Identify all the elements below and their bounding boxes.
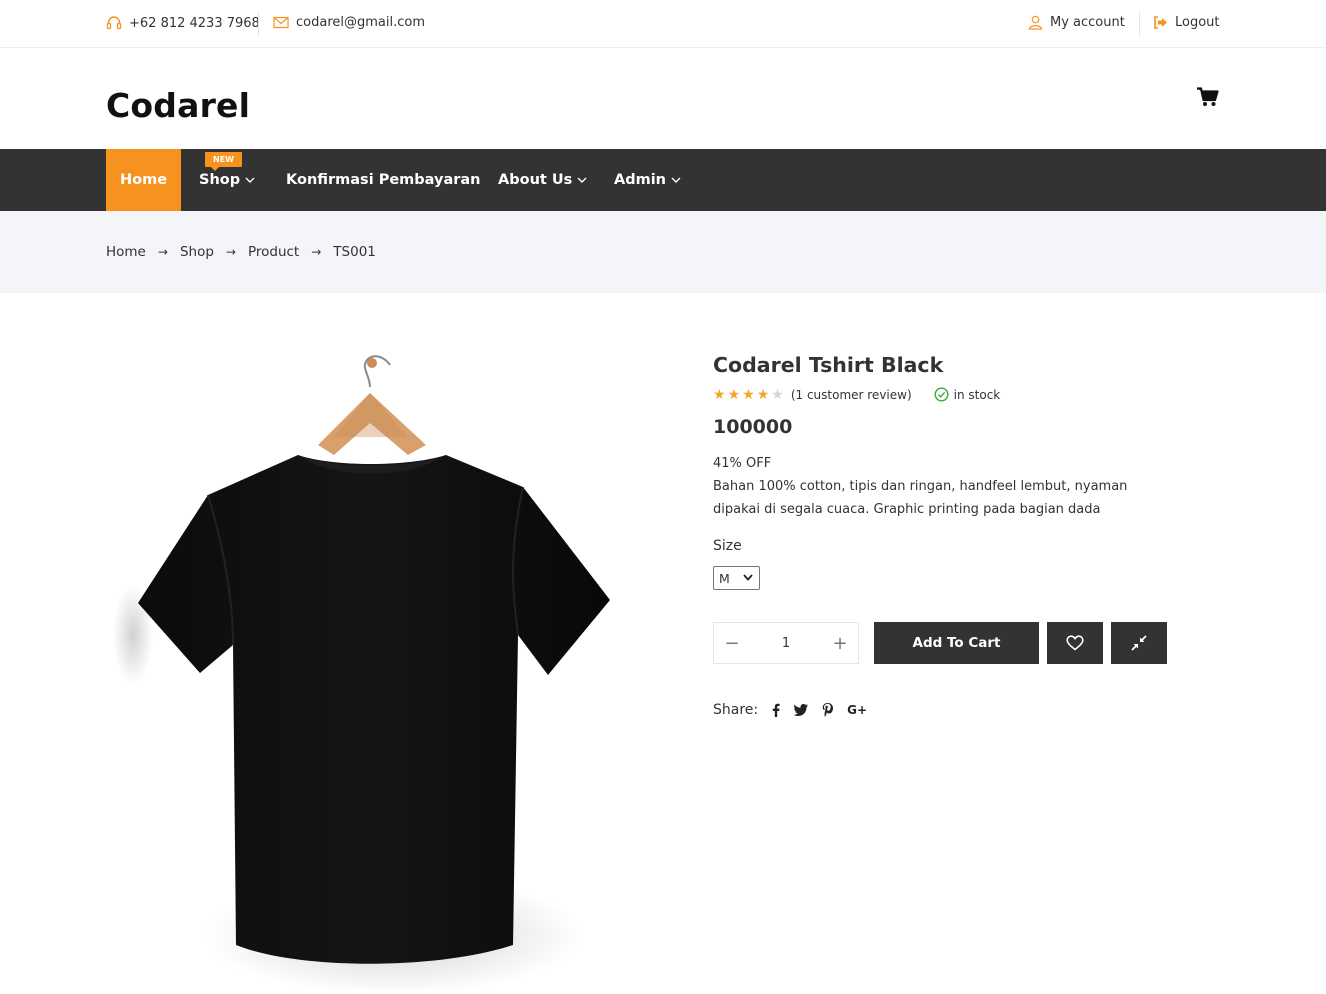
- product-description: Bahan 100% cotton, tipis dan ringan, han…: [713, 479, 1128, 517]
- discount-label: 41% OFF: [713, 456, 772, 471]
- user-icon: [1028, 15, 1043, 30]
- add-to-cart-row: − 1 + Add To Cart: [713, 622, 1167, 664]
- sign-out-icon: [1154, 16, 1167, 29]
- logout-label: Logout: [1175, 15, 1220, 30]
- logout-link[interactable]: Logout: [1153, 15, 1220, 30]
- envelope-icon: [273, 16, 289, 29]
- site-logo[interactable]: Codarel: [106, 86, 250, 125]
- my-account-label: My account: [1050, 15, 1125, 30]
- top-bar: +62 812 4233 7968 codarel@gmail.com My a…: [0, 0, 1326, 48]
- nav-label: Home: [120, 172, 168, 188]
- breadcrumb-home[interactable]: Home: [106, 244, 146, 260]
- compare-button[interactable]: [1111, 622, 1167, 664]
- breadcrumb-bar: Home → Shop → Product → TS001: [0, 211, 1326, 293]
- star-icon: ★: [756, 386, 770, 403]
- breadcrumb-current: TS001: [333, 244, 376, 260]
- chevron-down-icon: [743, 574, 753, 581]
- main-navigation: Home Shop Konfirmasi Pembayaran About Us…: [0, 149, 1326, 211]
- breadcrumb-shop[interactable]: Shop: [180, 244, 214, 260]
- star-icon: ★: [742, 386, 755, 403]
- star-icon: ★: [713, 386, 726, 403]
- size-label: Size: [713, 538, 742, 554]
- phone-number: +62 812 4233 7968: [129, 15, 260, 31]
- star-icon: ★: [727, 386, 741, 403]
- stock-label: in stock: [953, 387, 1001, 402]
- product-price: 100000: [713, 416, 793, 438]
- chevron-down-icon: [577, 177, 587, 183]
- phone-contact[interactable]: +62 812 4233 7968: [106, 15, 260, 31]
- divider: [258, 12, 259, 36]
- arrow-right-icon: →: [311, 245, 322, 259]
- star-rating: ★ ★ ★ ★ ★: [713, 388, 786, 402]
- breadcrumb: Home → Shop → Product → TS001: [106, 244, 376, 260]
- arrow-right-icon: →: [157, 245, 168, 259]
- new-badge: NEW: [205, 152, 242, 171]
- pinterest-icon[interactable]: [822, 703, 834, 717]
- nav-item-konfirmasi-pembayaran[interactable]: Konfirmasi Pembayaran: [286, 149, 481, 211]
- check-circle-icon: [934, 387, 949, 402]
- nav-label: Konfirmasi Pembayaran: [286, 172, 481, 188]
- headset-icon: [106, 16, 122, 30]
- star-icon: ★: [771, 386, 784, 403]
- my-account-link[interactable]: My account: [1028, 15, 1125, 30]
- twitter-icon[interactable]: [794, 704, 809, 716]
- share-row: Share: G+: [713, 702, 867, 718]
- quantity-value[interactable]: 1: [782, 636, 790, 651]
- facebook-icon[interactable]: [772, 703, 780, 717]
- google-plus-icon[interactable]: G+: [847, 703, 867, 717]
- nav-item-admin[interactable]: Admin: [614, 149, 681, 211]
- stock-status: in stock: [934, 387, 1001, 402]
- product-image[interactable]: [108, 345, 638, 994]
- arrow-right-icon: →: [225, 245, 236, 259]
- email-contact[interactable]: codarel@gmail.com: [273, 15, 425, 30]
- heart-icon: [1066, 635, 1084, 651]
- breadcrumb-product[interactable]: Product: [248, 244, 299, 260]
- add-to-cart-button[interactable]: Add To Cart: [874, 622, 1039, 664]
- share-label: Share:: [713, 702, 759, 718]
- product-details: Codarel Tshirt Black ★ ★ ★ ★ ★ (1 customer r…: [713, 353, 1183, 718]
- nav-label: Shop: [199, 172, 241, 188]
- nav-label: Admin: [614, 172, 667, 188]
- divider: [1139, 12, 1140, 36]
- compress-arrows-icon: [1131, 635, 1147, 651]
- shopping-cart-icon[interactable]: [1197, 87, 1219, 111]
- nav-item-about-us[interactable]: About Us: [498, 149, 587, 211]
- email-address: codarel@gmail.com: [296, 15, 425, 30]
- chevron-down-icon: [671, 177, 681, 183]
- size-selected-value: M: [719, 570, 730, 586]
- chevron-down-icon: [245, 177, 255, 183]
- quantity-stepper: − 1 +: [713, 622, 859, 664]
- rating-row: ★ ★ ★ ★ ★ (1 customer review) in stock: [713, 387, 1183, 402]
- nav-label: About Us: [498, 172, 573, 188]
- quantity-increase-button[interactable]: +: [832, 633, 848, 654]
- size-select[interactable]: M: [713, 566, 760, 590]
- quantity-decrease-button[interactable]: −: [724, 633, 740, 654]
- product-title: Codarel Tshirt Black: [713, 353, 944, 377]
- review-count-link[interactable]: (1 customer review): [791, 388, 912, 402]
- nav-item-home[interactable]: Home: [106, 149, 182, 211]
- wishlist-button[interactable]: [1047, 622, 1103, 664]
